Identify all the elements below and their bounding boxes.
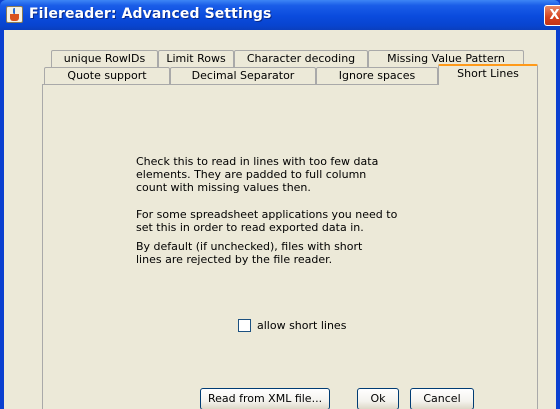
cancel-button[interactable]: Cancel [410,388,474,409]
description-line: count with missing values then. [136,181,311,194]
window-frame-right [556,30,560,409]
tab-decimal-separator[interactable]: Decimal Separator [170,67,316,85]
tab-label: Character decoding [246,52,356,65]
tab-label: Decimal Separator [191,69,295,82]
description-line: elements. They are padded to full column [136,168,367,181]
close-icon[interactable]: X [544,5,560,26]
window-frame-left [0,30,4,409]
description-line: For some spreadsheet applications you ne… [136,208,398,221]
tab-label: Limit Rows [166,52,226,65]
description-line: Check this to read in lines with too few… [136,155,379,168]
allow-short-lines-checkbox[interactable] [238,319,251,332]
tab-short-lines[interactable]: Short Lines [438,64,538,85]
tab-quote-support[interactable]: Quote support [44,67,170,85]
tab-label: Short Lines [457,67,519,80]
allow-short-lines-label: allow short lines [257,319,347,332]
title-bar[interactable]: Filereader: Advanced Settings X [0,0,560,30]
tab-unique-rowids[interactable]: unique RowIDs [51,50,158,68]
window-title: Filereader: Advanced Settings [29,6,272,22]
ok-button[interactable]: Ok [357,388,399,409]
java-cup-icon [6,6,23,23]
description-line: set this in order to read exported data … [136,221,364,234]
description-line: By default (if unchecked), files with sh… [136,240,363,253]
tab-limit-rows[interactable]: Limit Rows [158,50,234,68]
description-line: lines are rejected by the file reader. [136,253,333,266]
tab-label: unique RowIDs [63,52,146,65]
tab-character-decoding[interactable]: Character decoding [234,50,368,68]
read-from-xml-button[interactable]: Read from XML file... [200,388,330,409]
tab-label: Ignore spaces [338,69,416,82]
dialog-window: Filereader: Advanced Settings X unique R… [0,0,560,409]
tab-ignore-spaces[interactable]: Ignore spaces [316,67,438,85]
tab-label: Quote support [67,69,147,82]
